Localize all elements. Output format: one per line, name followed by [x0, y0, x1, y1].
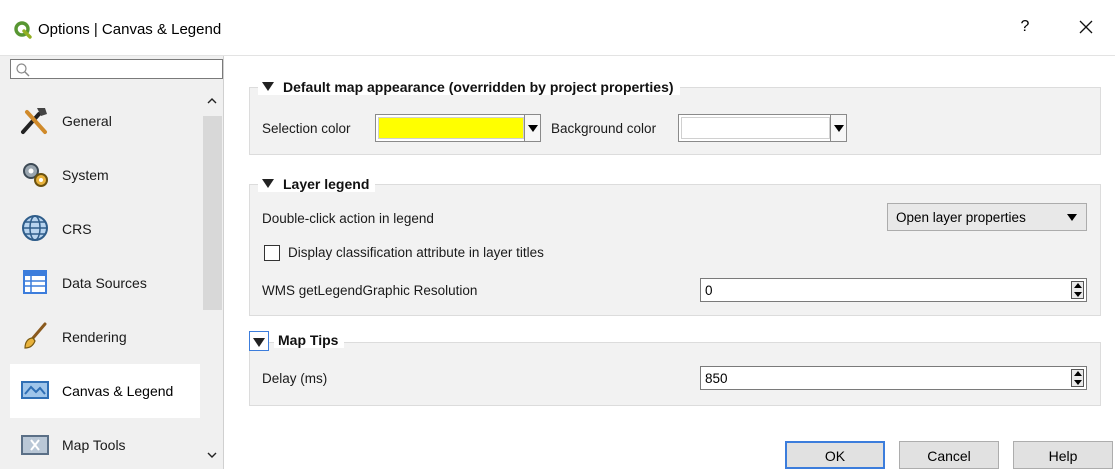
qgis-logo-icon	[14, 21, 32, 39]
cancel-button[interactable]: Cancel	[899, 441, 999, 469]
sidebar-item-label: General	[62, 113, 112, 129]
sidebar-item-label: Rendering	[62, 329, 127, 345]
window-title: Options | Canvas & Legend	[38, 21, 222, 38]
selection-color-label: Selection color	[262, 121, 351, 136]
title-bar: Options | Canvas & Legend ?	[0, 0, 1115, 56]
double-click-action-label: Double-click action in legend	[262, 211, 434, 226]
group-title-text: Layer legend	[283, 176, 370, 192]
wms-resolution-value: 0	[705, 283, 713, 298]
layer-legend-header[interactable]: Layer legend	[258, 176, 376, 192]
scrollbar-thumb[interactable]	[203, 116, 222, 310]
context-help-button[interactable]: ?	[1015, 18, 1035, 36]
sidebar-item-label: Canvas & Legend	[62, 383, 174, 399]
chevron-down-icon	[207, 452, 217, 458]
dropdown-arrow-icon[interactable]	[830, 115, 846, 141]
chevron-down-icon	[1067, 214, 1077, 221]
default-map-appearance-header[interactable]: Default map appearance (overridden by pr…	[258, 79, 680, 95]
search-input[interactable]	[10, 59, 223, 79]
spin-buttons[interactable]	[1071, 281, 1084, 299]
sidebar-item-map-tools[interactable]: Map Tools	[10, 418, 200, 469]
sidebar-item-crs[interactable]: CRS	[10, 202, 200, 256]
sidebar-item-system[interactable]: System	[10, 148, 200, 202]
sidebar-item-general[interactable]: General	[10, 94, 200, 148]
ok-button[interactable]: OK	[785, 441, 885, 469]
table-icon	[23, 270, 47, 294]
wms-resolution-label: WMS getLegendGraphic Resolution	[262, 283, 478, 298]
gears-icon	[23, 163, 48, 187]
background-color-swatch	[681, 117, 830, 139]
delay-value: 850	[705, 371, 728, 386]
sidebar-item-label: Data Sources	[62, 275, 147, 291]
options-sidebar: General System CRS Data Sources Renderin…	[0, 56, 224, 469]
map-tips-header[interactable]: Map Tips	[274, 332, 345, 348]
spin-buttons[interactable]	[1071, 369, 1084, 387]
help-button[interactable]: Help	[1013, 441, 1113, 469]
sidebar-item-rendering[interactable]: Rendering	[10, 310, 200, 364]
classification-attribute-checkbox[interactable]	[264, 245, 280, 261]
group-title-text: Default map appearance (overridden by pr…	[283, 79, 674, 95]
collapse-toggle-icon[interactable]	[249, 331, 269, 351]
paintbrush-icon	[24, 322, 47, 349]
dropdown-arrow-icon[interactable]	[524, 115, 540, 141]
globe-icon	[22, 215, 48, 241]
sidebar-item-data-sources[interactable]: Data Sources	[10, 256, 200, 310]
double-click-action-select[interactable]: Open layer properties	[887, 203, 1087, 231]
chevron-up-icon	[207, 98, 217, 104]
sidebar-item-canvas-legend[interactable]: Canvas & Legend	[10, 364, 200, 418]
double-click-action-value: Open layer properties	[896, 210, 1026, 225]
scroll-down-button[interactable]	[202, 449, 222, 469]
selection-color-button[interactable]	[375, 114, 541, 142]
map-tools-icon	[21, 435, 49, 455]
search-icon	[16, 63, 30, 77]
sidebar-item-label: Map Tools	[62, 437, 126, 453]
wms-resolution-spinbox[interactable]: 0	[700, 278, 1087, 302]
map-canvas-icon	[21, 381, 49, 399]
delay-spinbox[interactable]: 850	[700, 366, 1087, 390]
close-icon[interactable]	[1075, 16, 1097, 38]
sidebar-item-label: CRS	[62, 221, 92, 237]
background-color-label: Background color	[551, 121, 657, 136]
scroll-up-button[interactable]	[202, 95, 222, 115]
tools-icon	[21, 108, 47, 134]
background-color-button[interactable]	[678, 114, 847, 142]
collapse-triangle-icon	[262, 179, 274, 188]
sidebar-item-label: System	[62, 167, 109, 183]
collapse-triangle-icon	[262, 82, 274, 91]
classification-attribute-label: Display classification attribute in laye…	[288, 245, 544, 260]
delay-label: Delay (ms)	[262, 371, 328, 386]
selection-color-swatch	[378, 117, 524, 139]
